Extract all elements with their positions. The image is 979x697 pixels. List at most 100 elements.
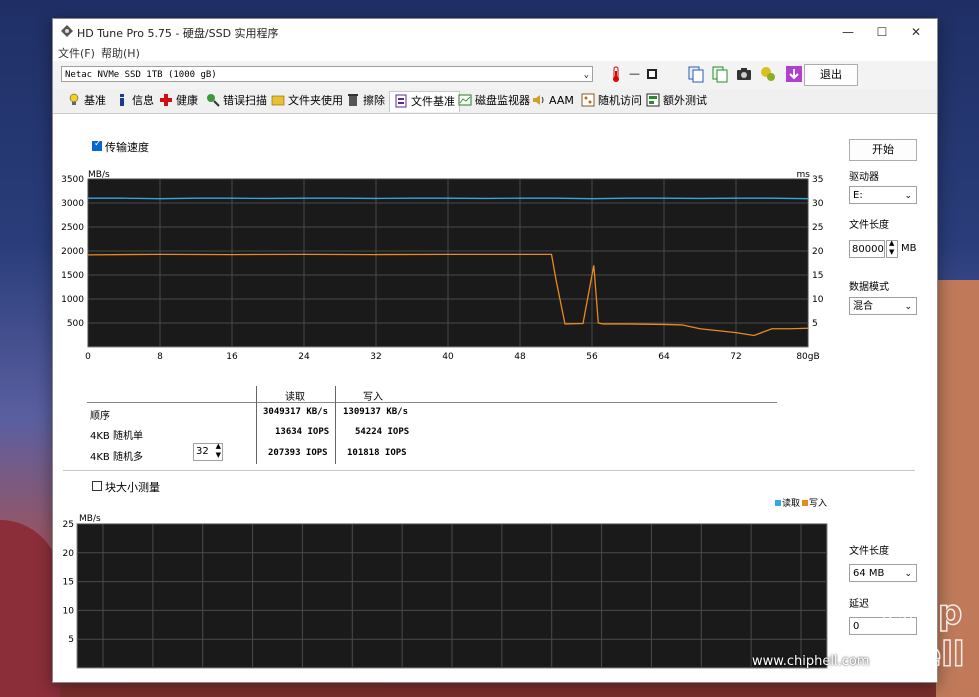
menu-file[interactable]: 文件(F) (58, 45, 95, 61)
stepper-down-icon[interactable]: ▼ (216, 451, 221, 459)
y-axis-label: MB/s (88, 170, 110, 180)
delay-value: 0 (853, 621, 860, 632)
stepper-up-icon[interactable]: ▲ (889, 239, 894, 247)
results-header-write: 写入 (363, 392, 383, 403)
transfer-speed-label: 传输速度 (105, 141, 149, 154)
transfer-speed-checkbox[interactable] (92, 139, 102, 151)
y-tick-label: 1000 (61, 295, 84, 305)
main-toolbar: Netac NVMe SSD 1TB (1000 gB) ⌄ — 退出 (53, 61, 937, 89)
tab-random-access[interactable]: 随机访问 (581, 93, 642, 109)
menu-help[interactable]: 帮助(H) (101, 45, 140, 61)
health-cross-icon (160, 94, 172, 106)
legend-write-label: 写入 (809, 499, 828, 509)
speaker-icon (533, 95, 544, 105)
folder-icon (271, 95, 285, 106)
tab-disk-monitor[interactable]: 磁盘监视器 (458, 93, 530, 109)
exit-button[interactable]: 退出 (804, 64, 858, 86)
y2-tick-label: 20 (812, 247, 824, 257)
legend-read-swatch (775, 500, 781, 506)
block-size-chart: 5101520250.51248163264128256512102420484… (63, 514, 828, 669)
x-tick-label: 56 (586, 352, 598, 362)
svg-text:chip: chip (882, 593, 962, 633)
y2-tick-label: 10 (812, 295, 824, 305)
chiphell-logo-icon: chip hell (881, 592, 965, 676)
block-file-length-label: 文件长度 (849, 546, 889, 557)
y-tick-label: 25 (63, 520, 74, 530)
data-mode-value: 混合 (853, 301, 873, 312)
stepper-up-icon[interactable]: ▲ (216, 442, 221, 450)
file-length-label: 文件长度 (849, 220, 889, 231)
chevron-down-icon: ⌄ (904, 191, 912, 201)
tab-extra-tests[interactable]: 额外测试 (646, 93, 707, 109)
x-tick-label: 24 (298, 352, 310, 362)
title-bar: HD Tune Pro 5.75 - 硬盘/SSD 实用程序 — ☐ ✕ (53, 19, 937, 45)
tab-folder-usage[interactable]: 文件夹使用 (271, 93, 343, 109)
results-write-value: 1309137 KB/s (343, 407, 409, 417)
drive-combo[interactable]: E: ⌄ (849, 186, 917, 204)
chevron-down-icon: ⌄ (904, 302, 912, 312)
tab-file-benchmark[interactable]: 文件基准 (389, 91, 460, 112)
y-tick-label: 2000 (61, 247, 84, 257)
queue-depth-stepper[interactable]: 32 ▲ ▼ (193, 442, 223, 461)
trash-icon (348, 94, 358, 106)
block-size-checkbox[interactable] (92, 481, 102, 491)
y2-tick-label: 30 (812, 199, 824, 209)
tab-label: 基准 (84, 94, 106, 107)
y-tick-label: 10 (63, 606, 75, 616)
stepper-down-icon[interactable]: ▼ (889, 248, 894, 256)
hdtune-window: HD Tune Pro 5.75 - 硬盘/SSD 实用程序 — ☐ ✕ 文件(… (52, 18, 938, 683)
file-benchmark-icon (395, 94, 407, 108)
file-length-unit: MB (901, 243, 917, 254)
maximize-button[interactable]: ☐ (867, 22, 897, 42)
watermark-url: www.chiphell.com (752, 654, 870, 669)
results-write-value: 101818 IOPS (347, 448, 407, 458)
data-mode-combo[interactable]: 混合 ⌄ (849, 297, 917, 315)
camera-icon[interactable] (735, 65, 753, 83)
options-icon[interactable] (759, 65, 777, 83)
section-divider (63, 470, 915, 471)
copy-image-icon[interactable] (711, 65, 729, 83)
minimize-button[interactable]: — (833, 22, 863, 42)
tab-aam[interactable]: AAM (532, 93, 574, 109)
tab-info[interactable]: 信息 (115, 93, 154, 109)
y-tick-label: 5 (68, 635, 74, 645)
tab-label: 错误扫描 (223, 94, 267, 107)
file-length-value: 80000 (852, 244, 884, 255)
tab-error-scan[interactable]: 错误扫描 (206, 93, 267, 109)
x-tick-label: 8 (157, 352, 163, 362)
y-tick-label: 2500 (61, 223, 84, 233)
y2-tick-label: 25 (812, 223, 823, 233)
drive-select[interactable]: Netac NVMe SSD 1TB (1000 gB) ⌄ (61, 66, 593, 82)
x-tick-label: 72 (730, 352, 741, 362)
close-button[interactable]: ✕ (901, 22, 931, 42)
start-button[interactable]: 开始 (849, 139, 917, 161)
y2-tick-label: 5 (812, 319, 818, 329)
tab-label: 文件夹使用 (288, 94, 343, 107)
results-header-read: 读取 (285, 392, 305, 403)
block-file-length-combo[interactable]: 64 MB ⌄ (849, 564, 917, 582)
file-length-stepper[interactable]: ▲ ▼ (886, 239, 898, 258)
data-mode-label: 数据模式 (849, 282, 889, 293)
x-tick-label: 0 (85, 352, 91, 362)
results-read-value: 13634 IOPS (275, 427, 330, 437)
tab-label: 擦除 (363, 94, 385, 107)
save-down-icon[interactable] (785, 65, 803, 83)
extra-tests-icon (646, 93, 660, 107)
y-tick-label: 1500 (61, 271, 84, 281)
results-col-divider-1 (256, 386, 257, 464)
file-benchmark-panel: 传输速度 50010001500200025003000350051015202… (53, 114, 937, 682)
block-size-label: 块大小测量 (105, 481, 160, 494)
hdtune-app-icon (61, 25, 73, 37)
y-tick-label: 500 (67, 319, 84, 329)
copy-text-icon[interactable] (687, 65, 705, 83)
watermark-logo: chip hell (878, 582, 973, 676)
file-length-input[interactable]: 80000 (849, 240, 885, 258)
y-tick-label: 3000 (61, 199, 84, 209)
svg-text:hell: hell (894, 635, 965, 672)
tab-health[interactable]: 健康 (159, 93, 198, 109)
tab-benchmark[interactable]: 基准 (67, 93, 106, 109)
x-tick-label: 32 (370, 352, 381, 362)
chevron-down-icon: ⌄ (583, 70, 589, 80)
temperature-unit-icon[interactable] (643, 65, 661, 83)
tab-erase[interactable]: 擦除 (346, 93, 385, 109)
